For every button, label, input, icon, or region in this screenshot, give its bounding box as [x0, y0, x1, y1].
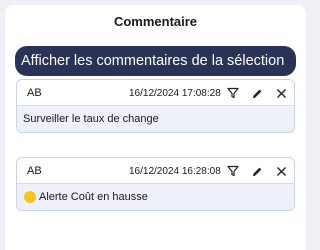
comment-author: AB — [27, 87, 42, 99]
pencil-icon[interactable] — [248, 162, 266, 180]
panel-title: Commentaire — [113, 14, 198, 29]
comment-body: Alerte Coût en hausse — [17, 183, 294, 210]
comment-body: Surveiller le taux de change — [17, 105, 294, 132]
comment-header: AB 16/12/2024 17:08:28 — [17, 80, 294, 105]
comment-author: AB — [27, 165, 42, 177]
filter-icon[interactable] — [224, 84, 242, 102]
comment-text: Alerte Coût en hausse — [39, 191, 148, 203]
comment-date: 16/12/2024 16:28:08 — [129, 166, 221, 177]
comment-date: 16/12/2024 17:08:28 — [129, 88, 221, 99]
comment-panel: Commentaire Afficher les commentaires de… — [5, 5, 306, 250]
pencil-icon[interactable] — [248, 84, 266, 102]
filter-icon[interactable] — [224, 162, 242, 180]
comment-text: Surveiller le taux de change — [23, 113, 159, 125]
comment-card: AB 16/12/2024 16:28:08 Alerte Coût en ha… — [16, 157, 295, 211]
comment-card: AB 16/12/2024 17:08:28 Surveiller le tau… — [16, 79, 295, 133]
comment-header: AB 16/12/2024 16:28:08 — [17, 158, 294, 183]
status-indicator-dot — [24, 191, 36, 203]
close-icon[interactable] — [272, 84, 290, 102]
close-icon[interactable] — [272, 162, 290, 180]
show-selection-comments-button[interactable]: Afficher les commentaires de la sélectio… — [15, 46, 296, 76]
